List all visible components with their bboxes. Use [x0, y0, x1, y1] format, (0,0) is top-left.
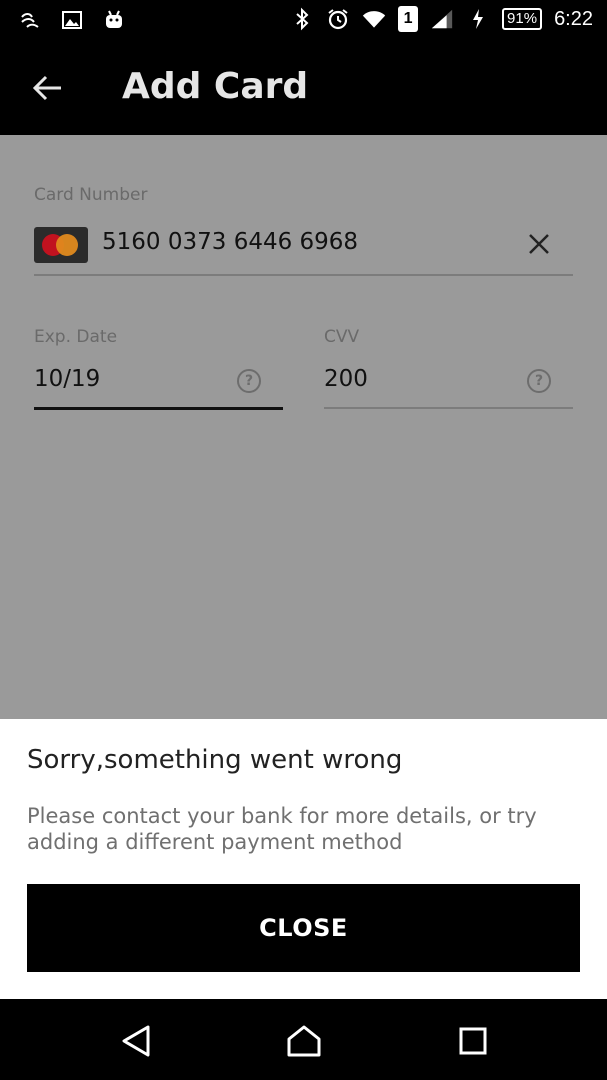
nav-home-button[interactable]	[284, 1021, 324, 1061]
image-icon	[60, 8, 84, 32]
page-title: Add Card	[122, 66, 309, 107]
exp-date-underline	[34, 407, 283, 410]
home-icon	[287, 1025, 321, 1057]
cvv-label: CVV	[324, 327, 360, 347]
battery-level: 91%	[502, 8, 543, 30]
nav-back-button[interactable]	[116, 1021, 156, 1061]
nav-recents-button[interactable]	[453, 1021, 493, 1061]
exp-date-label: Exp. Date	[34, 327, 118, 347]
close-button[interactable]: CLOSE	[27, 884, 580, 972]
status-bar: 1 91% 6:22	[0, 0, 607, 40]
error-message: Please contact your bank for more detail…	[27, 804, 537, 854]
question-circle-icon[interactable]: ?	[237, 369, 261, 393]
link-icon	[18, 8, 42, 32]
charging-icon	[466, 7, 490, 31]
question-circle-icon[interactable]: ?	[527, 369, 551, 393]
cvv-input[interactable]: 200	[324, 366, 368, 392]
sim-icon: 1	[398, 6, 419, 32]
card-form: Card Number 5160 0373 6446 6968 Exp. Dat…	[0, 135, 607, 719]
status-time: 6:22	[554, 7, 593, 30]
card-number-underline	[34, 274, 573, 276]
card-number-input[interactable]: 5160 0373 6446 6968	[102, 229, 358, 255]
wifi-icon	[362, 7, 386, 31]
alarm-icon	[326, 7, 350, 31]
exp-date-input[interactable]: 10/19	[34, 366, 100, 392]
arrow-left-icon	[33, 75, 61, 101]
error-bottom-sheet: Sorry,something went wrong Please contac…	[0, 719, 607, 999]
mastercard-circle-right	[56, 234, 78, 256]
back-triangle-icon	[122, 1025, 150, 1057]
recents-icon	[459, 1027, 487, 1055]
mastercard-icon	[34, 227, 88, 263]
android-icon	[102, 8, 126, 32]
card-number-label: Card Number	[34, 185, 148, 205]
close-icon	[529, 234, 549, 254]
navigation-bar	[0, 999, 607, 1080]
back-button[interactable]	[28, 68, 68, 108]
cvv-underline	[324, 407, 573, 409]
signal-icon	[430, 7, 454, 31]
app-bar: Add Card	[0, 40, 607, 135]
clear-card-number-button[interactable]	[524, 229, 554, 259]
error-title: Sorry,something went wrong	[27, 745, 403, 775]
bluetooth-icon	[290, 7, 314, 31]
